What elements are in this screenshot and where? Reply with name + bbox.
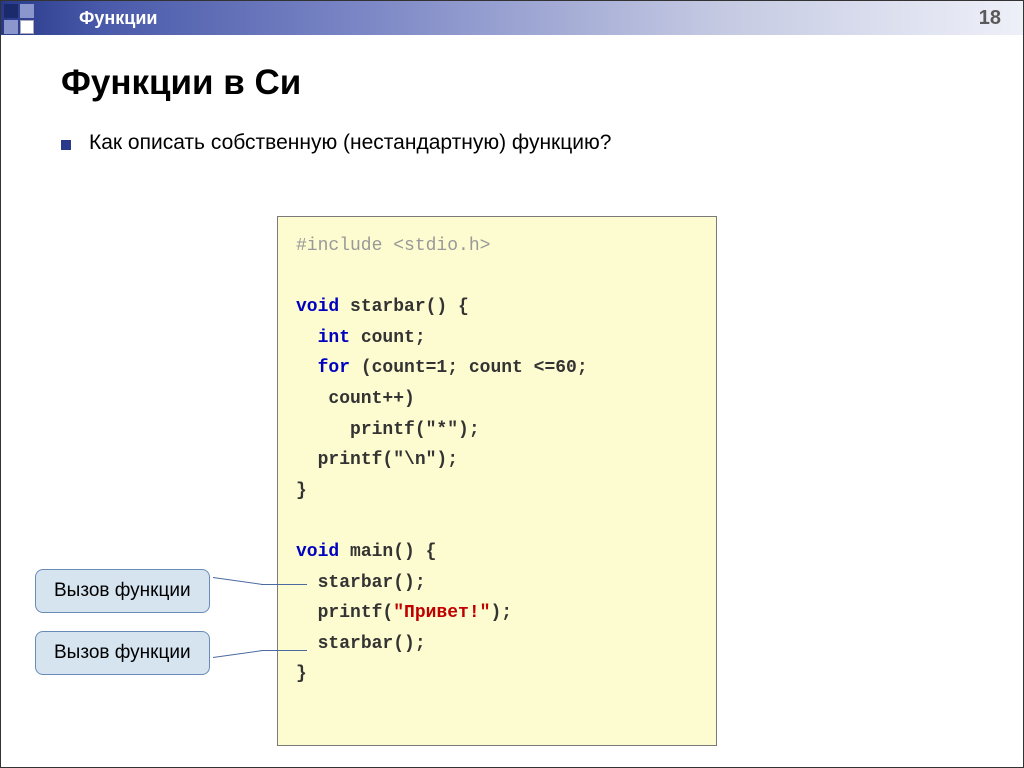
callout-label-2: Вызов функции xyxy=(35,631,210,675)
header-section-title: Функции xyxy=(79,8,157,29)
code-keyword: for xyxy=(318,358,350,378)
code-keyword: void xyxy=(296,542,339,562)
code-line: } xyxy=(296,481,307,501)
code-line: starbar(); xyxy=(318,634,426,654)
header-bar: Функции 18 xyxy=(1,1,1023,35)
code-line: printf( xyxy=(318,603,394,623)
logo-icon xyxy=(1,1,39,35)
code-keyword: void xyxy=(296,297,339,317)
code-line: count; xyxy=(350,328,426,348)
callout-arrow xyxy=(261,584,307,585)
bullet-text: Как описать собственную (нестандартную) … xyxy=(89,131,611,155)
code-line: starbar(); xyxy=(318,573,426,593)
code-line: #include xyxy=(296,236,393,256)
code-line: starbar() { xyxy=(339,297,469,317)
page-number: 18 xyxy=(979,7,1001,30)
code-string: "Привет!" xyxy=(393,603,490,623)
slide-title: Функции в Си xyxy=(61,63,963,103)
code-line: (count=1; count <=60; xyxy=(350,358,588,378)
slide-body: Функции в Си Как описать собственную (не… xyxy=(1,35,1023,155)
code-block: #include <stdio.h> void starbar() { int … xyxy=(277,216,717,746)
callout-arrow xyxy=(213,650,263,658)
bullet-icon xyxy=(61,140,71,150)
bullet-item: Как описать собственную (нестандартную) … xyxy=(61,131,963,155)
code-line: printf("\n"); xyxy=(318,450,458,470)
code-line: ); xyxy=(490,603,512,623)
code-line: <stdio.h> xyxy=(393,236,490,256)
code-line: count++) xyxy=(328,389,414,409)
code-line: } xyxy=(296,664,307,684)
code-keyword: int xyxy=(318,328,350,348)
callout-arrow xyxy=(213,577,263,585)
callout-arrow xyxy=(261,650,307,651)
code-line: main() { xyxy=(339,542,436,562)
code-line: printf("*"); xyxy=(350,420,480,440)
callout-label-1: Вызов функции xyxy=(35,569,210,613)
